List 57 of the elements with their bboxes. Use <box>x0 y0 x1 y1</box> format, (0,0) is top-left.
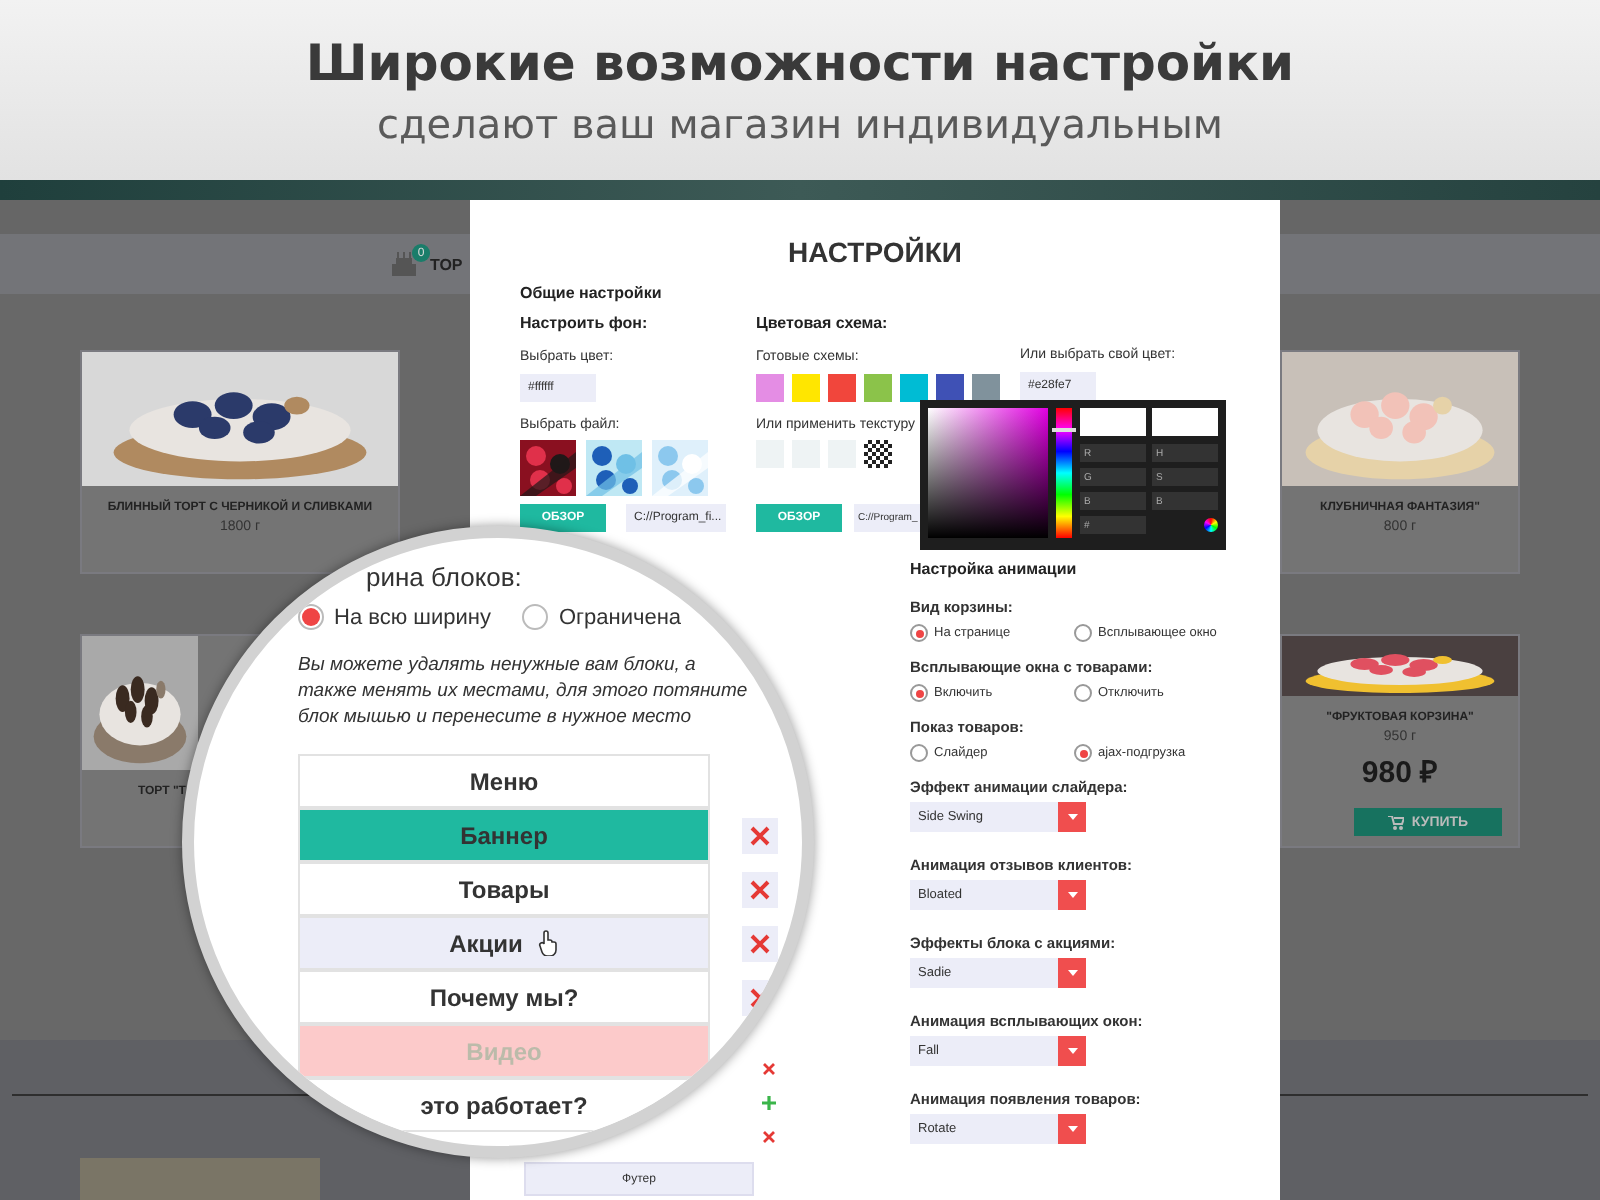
close-button[interactable] <box>742 925 778 961</box>
option-label: На всю ширину <box>334 605 491 629</box>
section-title: Общие настройки <box>520 284 664 302</box>
radio-button[interactable] <box>910 744 928 762</box>
hint-text: Вы можете удалять ненужные вам блоки, а также менять их местами, для этого потяните блок мышью и перенесите в нужное место <box>298 652 750 730</box>
caret-icon <box>1067 892 1077 898</box>
block-row[interactable]: Баннер <box>298 808 710 862</box>
radio-option[interactable]: Ограничена <box>522 604 682 630</box>
color-swatch[interactable] <box>936 374 964 402</box>
radio-button[interactable] <box>1074 684 1092 702</box>
radio-button[interactable] <box>910 684 928 702</box>
caret-icon <box>1067 1048 1077 1054</box>
option-label: Ограничена <box>558 605 682 629</box>
close-icon[interactable] <box>760 1128 778 1146</box>
color-swatch[interactable] <box>792 374 820 402</box>
hand-cursor-icon <box>538 930 559 956</box>
radio-option[interactable]: На всю ширину <box>298 604 491 630</box>
color-preview <box>1152 408 1218 436</box>
close-icon <box>750 825 770 845</box>
close-icon <box>750 933 770 953</box>
close-icon[interactable] <box>760 1060 778 1078</box>
dialog-title: НАСТРОЙКИ <box>786 236 964 268</box>
promo-title: Широкие возможности настройки <box>305 33 1295 91</box>
radio-button[interactable] <box>1074 624 1092 642</box>
cake-icon <box>390 252 418 276</box>
close-button[interactable] <box>742 817 778 853</box>
block-row[interactable]: Почему мы? <box>298 970 710 1024</box>
color-swatch[interactable] <box>972 374 1000 402</box>
group-title: рина блоков: <box>366 562 524 592</box>
group-title: Настроить фон: <box>520 314 650 332</box>
color-swatch[interactable] <box>828 374 856 402</box>
caret-icon <box>1067 970 1077 976</box>
group-title: Настройка анимации <box>910 560 1079 578</box>
caret-icon <box>1067 1126 1077 1132</box>
group-title: Цветовая схема: <box>756 314 890 332</box>
close-button[interactable] <box>742 871 778 907</box>
color-preview <box>1080 408 1146 436</box>
color-wheel-icon[interactable] <box>1204 518 1218 532</box>
radio-button[interactable] <box>298 604 324 630</box>
color-swatch[interactable] <box>864 374 892 402</box>
hue-slider[interactable] <box>1056 408 1072 538</box>
cart-icon <box>1387 815 1404 829</box>
radio-button[interactable] <box>910 624 928 642</box>
color-swatch[interactable] <box>900 374 928 402</box>
texture-swatch[interactable] <box>864 440 892 468</box>
saturation-area[interactable] <box>928 408 1048 538</box>
block-row[interactable]: Меню <box>298 754 710 808</box>
product-price: 980 ₽ <box>1361 754 1439 790</box>
plus-icon[interactable] <box>760 1094 778 1112</box>
block-row[interactable]: Акции <box>298 916 710 970</box>
radio-button[interactable] <box>522 604 549 630</box>
color-swatch[interactable] <box>756 374 784 402</box>
promo-subtitle: сделают ваш магазин индивидуальным <box>376 99 1224 147</box>
caret-icon <box>1067 814 1077 820</box>
radio-button[interactable] <box>1074 744 1092 762</box>
block-row[interactable]: Товары <box>298 862 710 916</box>
close-icon <box>750 879 770 899</box>
